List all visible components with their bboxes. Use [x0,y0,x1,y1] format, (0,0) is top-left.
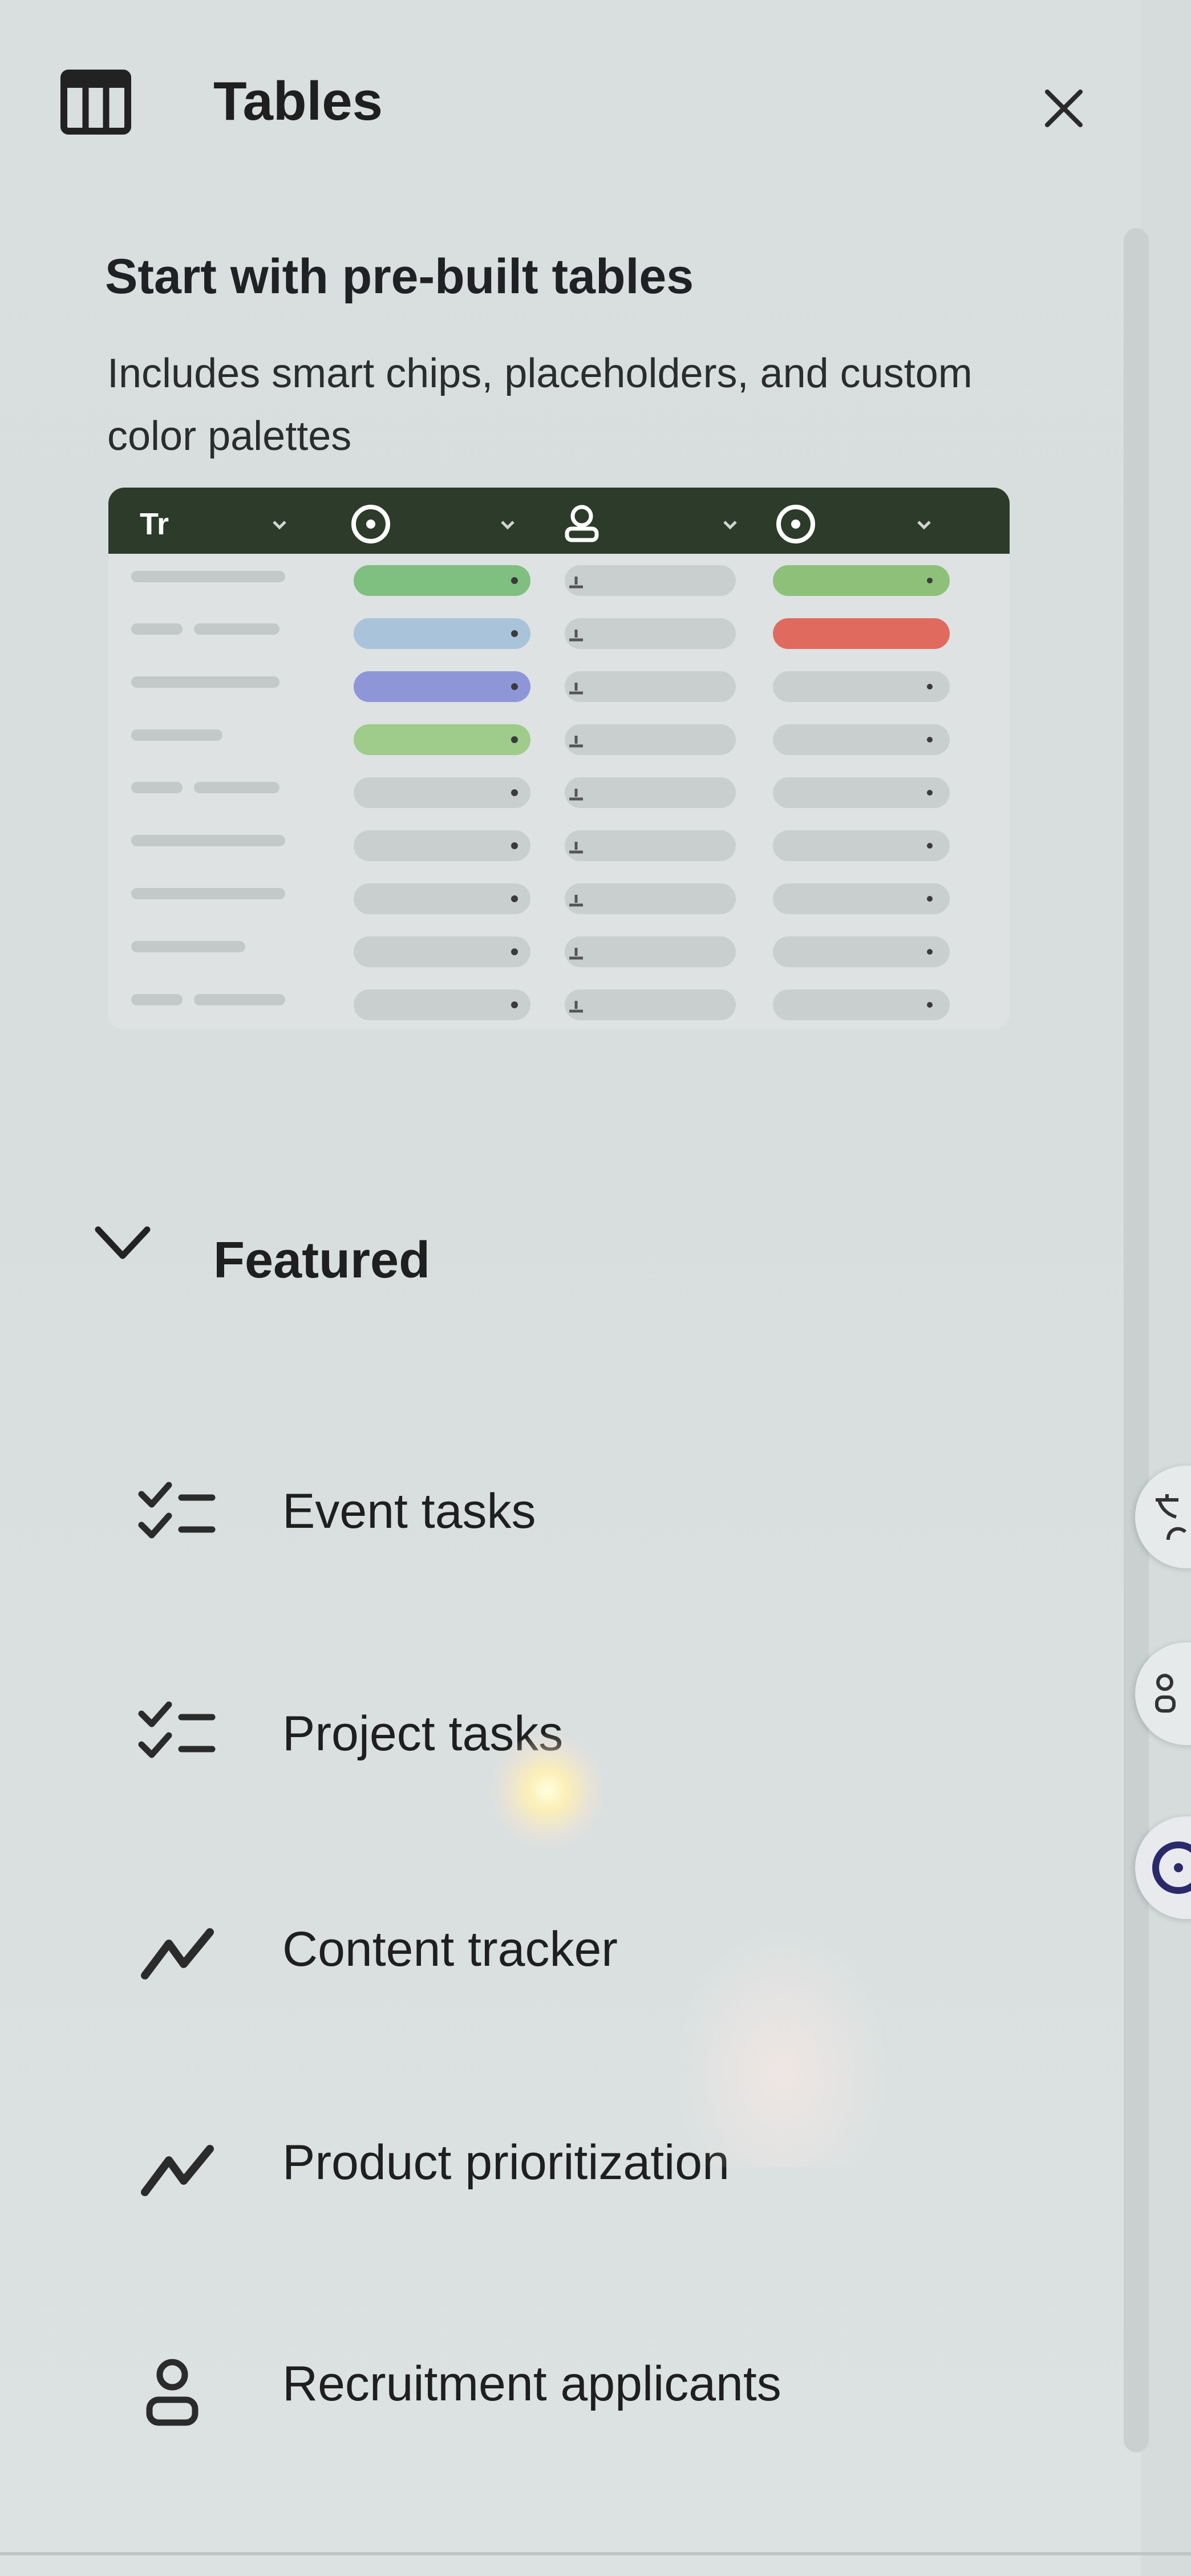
featured-section-label: Featured [213,1232,431,1289]
section-description: Includes smart chips, placeholders, and … [107,351,973,459]
template-item-product-prioritization[interactable]: Product prioritization [0,2104,1112,2230]
chevron-down-icon [95,1226,151,1259]
section-heading: Start with pre-built tables [105,249,694,304]
template-item-event-tasks[interactable]: Event tasks [0,1449,1112,1574]
chip-icon [1152,1841,1191,1894]
panel-title: Tables [213,71,383,132]
checklist-icon [137,1697,222,1771]
close-icon [1045,90,1083,127]
template-label: Content tracker [282,1922,618,1977]
svg-text:Tr: Tr [140,507,169,541]
screen-glare [491,1734,605,1848]
template-item-recruitment-applicants[interactable]: Recruitment applicants [0,2321,1112,2447]
template-item-content-tracker[interactable]: Content tracker [0,1888,1112,2013]
translate-icon [1156,1494,1187,1540]
scrollbar[interactable] [1124,228,1149,2452]
table-preview-image[interactable]: Tr [108,488,1010,1029]
template-label: Event tasks [282,1484,536,1539]
template-label: Recruitment applicants [282,2356,781,2411]
tables-side-panel: Tables Start with pre-built tables Inclu… [0,0,1149,2576]
template-label: Product prioritization [282,2135,730,2190]
table-icon [59,68,132,136]
screen-glare [673,1928,890,2167]
close-button[interactable] [1032,77,1095,140]
people-icon [1155,1674,1176,1713]
checklist-icon [137,1477,222,1551]
trend-line-icon [137,2133,222,2207]
featured-toggle[interactable] [91,1220,154,1266]
person-icon [137,2355,222,2429]
preview-header-row: Tr [108,488,1010,554]
trend-line-icon [137,1916,222,1990]
panel-bottom-divider [0,2552,1191,2555]
preview-rows [131,565,950,1020]
